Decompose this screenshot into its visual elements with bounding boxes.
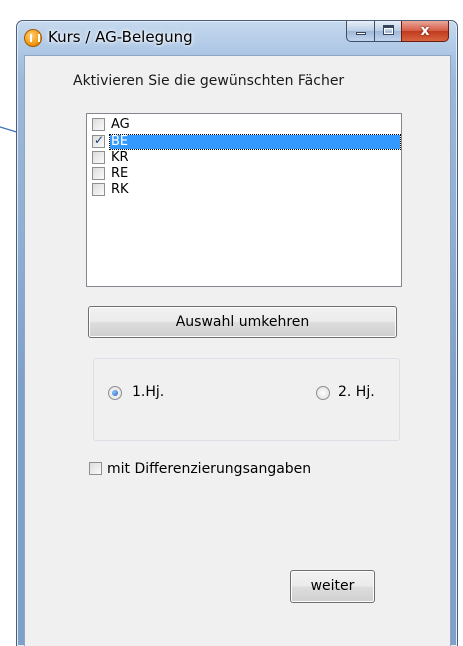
list-item-label: BE (109, 133, 401, 150)
list-item-be[interactable]: BE (92, 133, 401, 150)
checkbox-ag[interactable] (92, 118, 105, 131)
list-item-label: RK (111, 181, 129, 197)
window-title: Kurs / AG-Belegung (48, 28, 193, 46)
list-item-label: AG (111, 116, 130, 132)
minimize-button[interactable] (346, 21, 374, 42)
list-item-ag[interactable]: AG (92, 117, 131, 132)
close-icon: x (420, 23, 430, 39)
list-item-kr[interactable]: KR (92, 150, 130, 165)
radio-second-half-year[interactable] (316, 386, 330, 400)
differentiation-label[interactable]: mit Differenzierungsangaben (107, 461, 311, 477)
maximize-icon (383, 25, 394, 35)
checkbox-re[interactable] (92, 167, 105, 180)
maximize-button[interactable] (374, 21, 401, 42)
subjects-listbox[interactable]: AG BE KR RE RK (86, 113, 402, 287)
close-button[interactable]: x (401, 21, 449, 42)
checkbox-be[interactable] (92, 133, 105, 148)
list-item-label: RE (111, 165, 129, 181)
checkbox-rk[interactable] (92, 183, 105, 196)
next-button[interactable]: weiter (290, 570, 375, 603)
radio-first-half-year-label[interactable]: 1.Hj. (132, 384, 164, 400)
differentiation-checkbox[interactable] (89, 462, 102, 475)
minimize-icon (356, 32, 366, 35)
instruction-label: Aktivieren Sie die gewünschten Fächer (73, 73, 345, 89)
list-item-re[interactable]: RE (92, 166, 129, 181)
radio-second-half-year-label[interactable]: 2. Hj. (338, 384, 375, 400)
invert-selection-button[interactable]: Auswahl umkehren (88, 306, 397, 338)
list-item-rk[interactable]: RK (92, 182, 130, 197)
list-item-label: KR (111, 149, 129, 165)
title-bar[interactable]: Kurs / AG-Belegung x (17, 21, 457, 55)
caption-buttons: x (346, 21, 449, 42)
radio-first-half-year[interactable] (108, 386, 122, 400)
app-icon (24, 29, 42, 47)
half-year-group: 1.Hj. 2. Hj. (93, 358, 400, 441)
checkbox-kr[interactable] (92, 151, 105, 164)
